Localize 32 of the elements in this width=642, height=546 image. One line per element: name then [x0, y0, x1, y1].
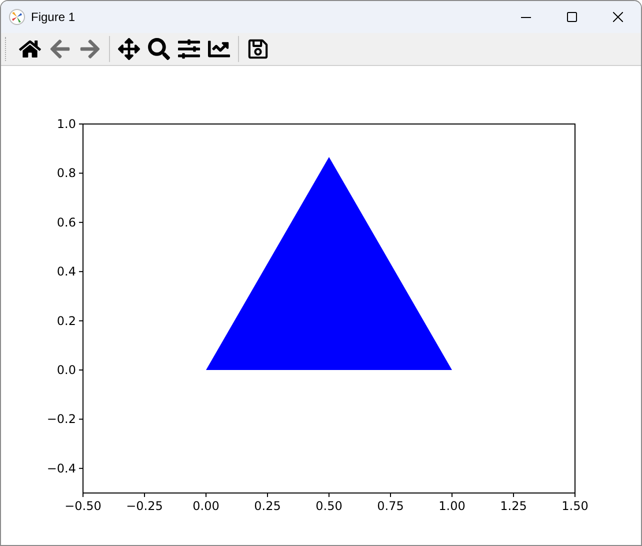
y-tick-label: 0.4	[56, 264, 76, 279]
app-icon	[9, 9, 25, 25]
sliders-icon	[178, 38, 200, 60]
move-icon	[118, 38, 140, 60]
x-tick-label: 0.25	[254, 499, 281, 513]
y-tick-label: 0.8	[56, 166, 76, 180]
y-tick-label: 1.0	[56, 117, 76, 131]
window-title: Figure 1	[31, 10, 76, 24]
forward-icon	[79, 38, 101, 60]
maximize-icon	[567, 12, 577, 22]
back-icon	[49, 38, 71, 60]
x-tick-label: 1.25	[500, 499, 527, 513]
y-tick-label: 0.6	[56, 215, 76, 230]
x-tick-label: −0.50	[64, 499, 102, 513]
x-tick-label: 0.50	[316, 499, 342, 513]
x-tick-label: 0.00	[192, 499, 220, 513]
minimize-icon	[521, 16, 531, 18]
y-tick-label: 0.0	[56, 363, 76, 377]
x-tick-label: 1.50	[562, 499, 588, 513]
x-tick-label: 1.00	[438, 499, 466, 513]
y-tick-label: 0.2	[56, 314, 76, 328]
line-chart-icon	[208, 38, 230, 60]
search-icon	[148, 38, 170, 60]
x-tick-label: −0.25	[126, 499, 163, 513]
x-tick-label: 0.75	[377, 499, 404, 513]
y-tick-label: −0.4	[46, 461, 76, 476]
y-tick-label: −0.2	[46, 412, 76, 426]
pan-button[interactable]	[115, 35, 143, 63]
zoom-button[interactable]	[145, 35, 173, 63]
home-icon	[19, 38, 41, 60]
close-icon	[613, 12, 623, 22]
save-icon	[247, 38, 269, 60]
